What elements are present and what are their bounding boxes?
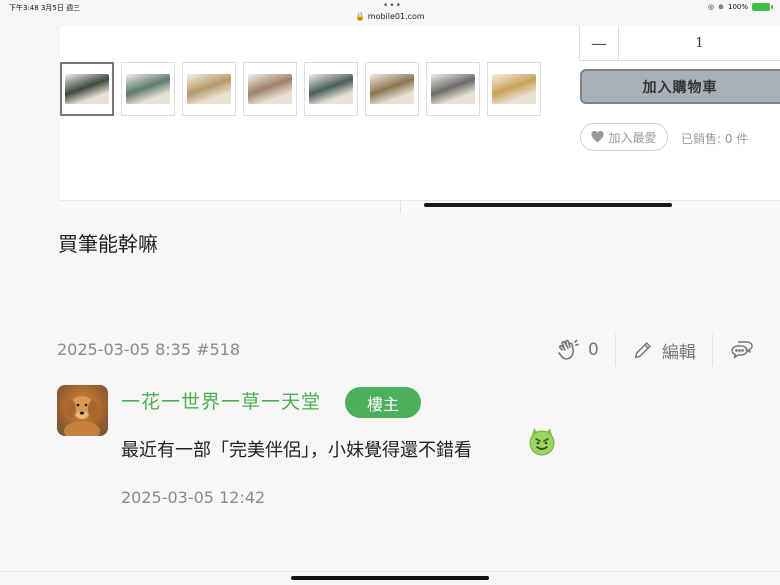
divider [614,334,616,366]
pen-image [248,74,292,104]
thumbnail[interactable] [60,62,114,116]
thumbnail[interactable] [121,62,175,116]
op-badge: 樓主 [345,387,421,418]
clap-hands-icon [558,339,579,360]
heart-icon [592,131,604,143]
product-tabs [60,200,780,213]
pen-image [65,74,109,104]
pencil-icon [634,342,651,359]
like-count: 0 [588,340,599,360]
quantity-stepper: — 1 [579,26,780,61]
reply-button[interactable] [729,338,755,362]
pen-image [370,74,414,104]
product-thumbnails [60,62,541,116]
avatar[interactable] [57,385,108,436]
post-actions: 0 編輯 [556,334,755,366]
devil-emoji-icon [527,426,557,460]
reply-timestamp: 2025-03-05 12:42 [121,488,266,507]
pen-image [492,74,536,104]
orientation-lock-icon: ⊕ [718,3,724,11]
quantity-value[interactable]: 1 [618,26,780,60]
comment-bubbles-icon [731,341,753,359]
sold-count: 已銷售: 0 件 [681,132,749,146]
battery-icon [752,3,773,11]
thumbnail[interactable] [304,62,358,116]
status-icons: ◎ ⊕ 100% [708,3,773,11]
pen-image [309,74,353,104]
add-to-cart-button[interactable]: 加入購物車 [580,69,780,104]
lock-icon: 🔒 [355,12,366,21]
edit-button[interactable]: 編輯 [632,338,696,363]
pen-image [187,74,231,104]
tab-divider [400,201,401,213]
like-button[interactable]: 0 [556,338,599,362]
post-meta: 2025-03-05 8:35 #518 [57,340,241,359]
reply-body: 最近有一部「完美伴侶」，小妹覺得還不錯看 [121,440,472,461]
pen-image [126,74,170,104]
post-body: 買筆能幹嘛 [58,232,158,256]
pen-image [431,74,475,104]
multitask-dots-icon[interactable]: ••• [383,1,402,11]
url-text: mobile01.com [367,12,425,21]
battery-percent: 100% [727,3,748,11]
divider [0,571,780,572]
decrease-quantity-button[interactable]: — [580,26,619,60]
add-to-favorites-button[interactable]: 加入最愛 [580,123,668,151]
status-bar: 下午3:48 3月5日 週三 ••• 🔒 mobile01.com ◎ ⊕ 10… [0,0,780,26]
divider [711,334,713,366]
address-bar[interactable]: 🔒 mobile01.com [0,12,780,21]
thumbnail[interactable] [243,62,297,116]
thumbnail[interactable] [426,62,480,116]
screen-mirror-icon: ◎ [708,3,715,11]
home-indicator[interactable] [291,576,489,580]
thumbnail[interactable] [365,62,419,116]
thumbnail[interactable] [487,62,541,116]
product-card: — 1 加入購物車 加入最愛 已銷售: 0 件 [60,26,780,213]
favorite-label: 加入最愛 [608,130,657,145]
edit-label: 編輯 [661,342,696,363]
carousel-scroll-indicator [424,203,672,207]
username-link[interactable]: 一花一世界一草一天堂 [121,387,321,414]
dog-photo-icon [64,396,100,436]
thumbnail[interactable] [182,62,236,116]
